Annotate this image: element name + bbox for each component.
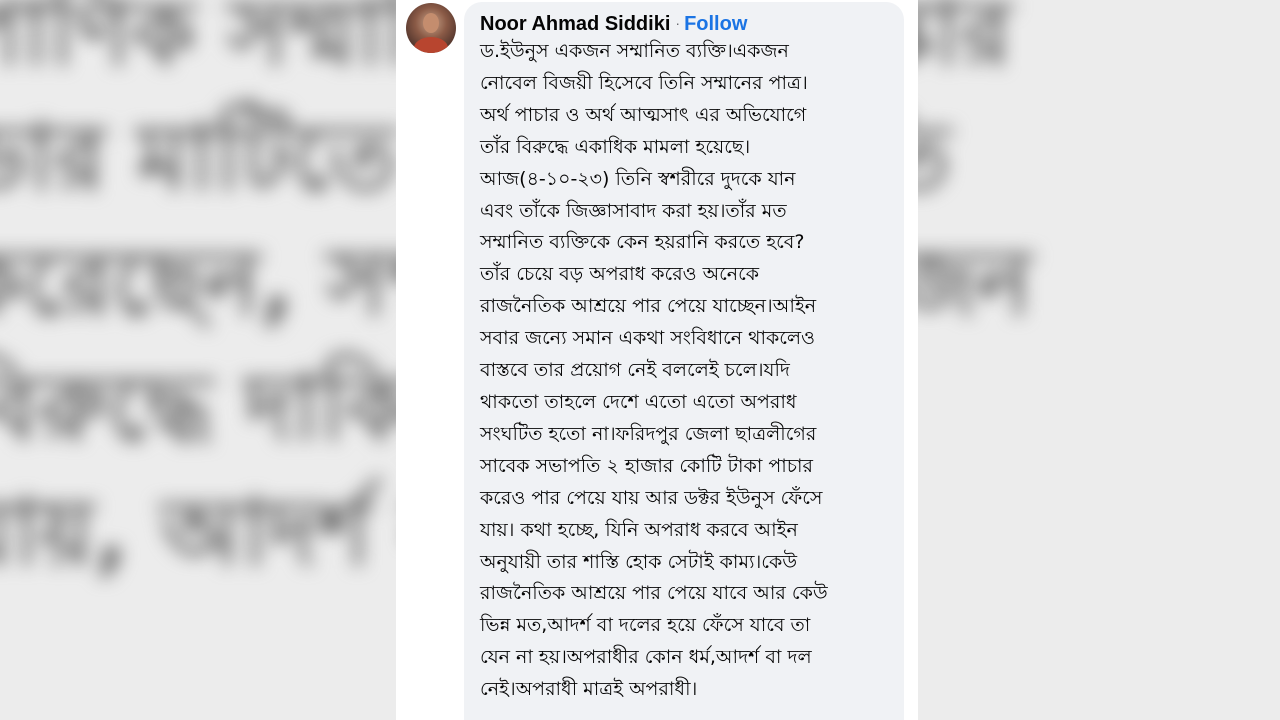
avatar-shirt [414,37,448,53]
comment-line: তাঁর চেয়ে বড় অপরাধ করেও অনেকে [480,263,760,286]
comment-line: সাবেক সভাপতি ২ হাজার কোটি টাকা পাচার [480,454,813,477]
comment-line: এবং তাঁকে জিজ্ঞাসাবাদ করা হয়।তাঁর মত [480,199,787,222]
comment-line: সবার জন্যে সমান একথা সংবিধানে থাকলেও [480,327,816,350]
comment-header: Noor Ahmad Siddiki · Follow [480,10,747,37]
comment-line: যেন না হয়।অপরাধীর কোন ধর্ম,আদর্শ বা দল [480,646,812,669]
comment-line: আজ(৪-১০-২৩) তিনি স্বশরীরে দুদকে যান [480,167,796,190]
blurred-background-left: পাণিক সম্মানিত ব্যক্তি ডার মাটিতে বিজয়ী… [0,0,396,720]
comment-line: ভিন্ন মত,আদর্শ বা দলের হয়ে ফেঁসে যাবে ত… [480,614,811,637]
comment-line: রাজনৈতিক আশ্রয়ে পার পেয়ে যাচ্ছেন।আইন [480,295,817,318]
comment-line: সম্মানিত ব্যক্তিকে কেন হয়রানি করতে হবে? [480,231,805,254]
comment-line: রাজনৈতিক আশ্রয়ে পার পেয়ে যাবে আর কেউ [480,582,828,605]
comment-body: ড.ইউনুস একজন সম্মানিত ব্যক্তি।একজন নোবেল… [480,36,892,706]
separator-dot: · [675,15,681,31]
comment-line: যায়। কথা হচ্ছে, যিনি অপরাধ করবে আইন [480,518,798,541]
comment-line: ড.ইউনুস একজন সম্মানিত ব্যক্তি।একজন [480,40,789,62]
comment-line: করেও পার পেয়ে যায় আর ডক্টর ইউনুস ফেঁসে [480,486,823,509]
author-avatar[interactable] [406,3,456,53]
follow-button[interactable]: Follow [684,13,747,35]
comment-line: সংঘটিত হতো না।ফরিদপুর জেলা ছাত্রলীগের [480,422,817,445]
comment-line: থাকতো তাহলে দেশে এতো এতো অপরাধ [480,390,797,413]
comment-line: নোবেল বিজয়ী হিসেবে তিনি সম্মানের পাত্র। [480,71,808,94]
comment-line: অর্থ পাচার ও অর্থ আত্মসাৎ এর অভিযোগে [480,103,807,126]
comment-line: নেই।অপরাধী মাত্রই অপরাধী। [480,678,698,701]
avatar-face [423,13,439,33]
blurred-background-right: নের পাত্র। পুরস্কার মেধাবী অর্থনীতি ড. ই… [918,0,1280,720]
comment-line: বাস্তবে তার প্রয়োগ নেই বললেই চলে।যদি [480,359,790,382]
author-name[interactable]: Noor Ahmad Siddiki [480,13,670,35]
comment-line: তাঁর বিরুদ্ধে একাধিক মামলা হয়েছে। [480,135,751,158]
comment-line: অনুযায়ী তার শাস্তি হোক সেটাই কাম্য।কেউ [480,550,798,573]
